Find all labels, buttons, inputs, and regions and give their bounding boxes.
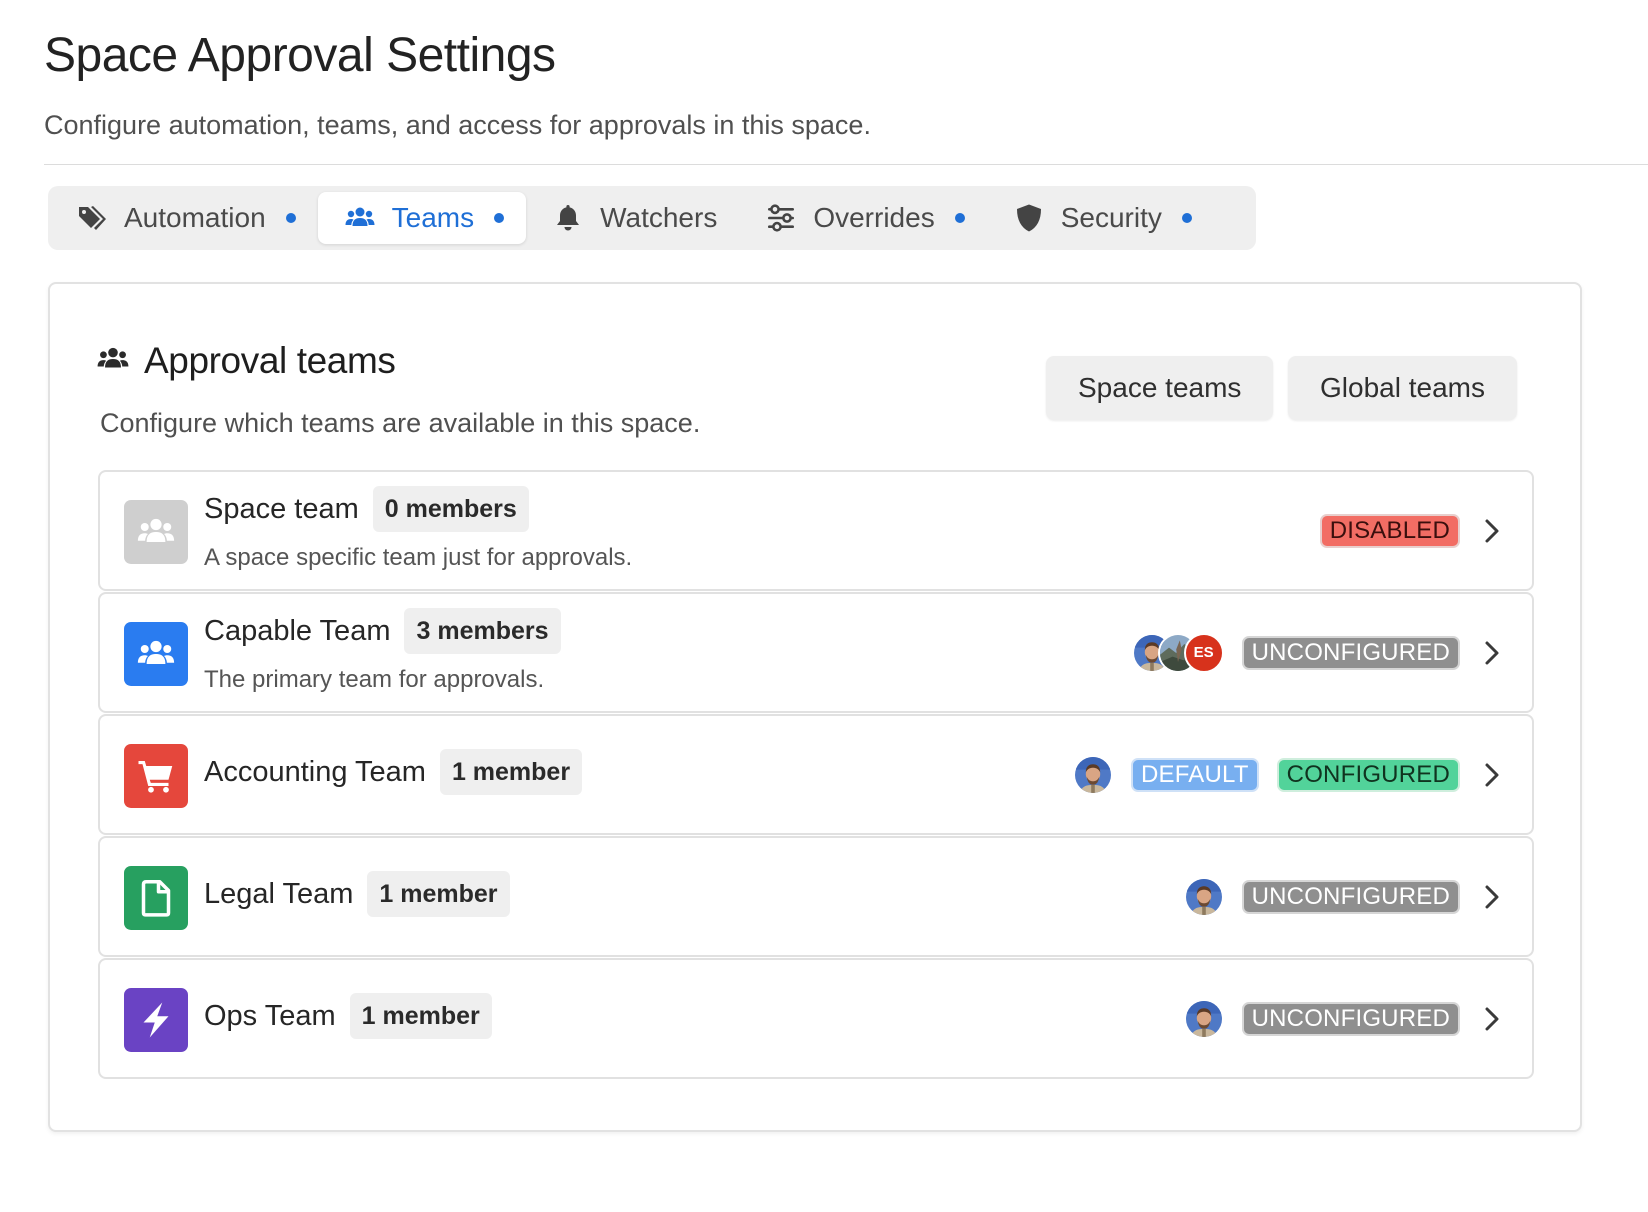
page-title: Space Approval Settings — [44, 29, 556, 82]
avatar — [1073, 754, 1113, 795]
team-row-status: UNCONFIGURED — [1183, 960, 1506, 1077]
status-dot — [954, 213, 965, 223]
team-name-line: Legal Team 1 member — [204, 871, 510, 917]
team-name-line: Capable Team 3 members — [204, 608, 561, 654]
team-description: The primary team for approvals. — [204, 666, 545, 693]
team-row-status: ES UNCONFIGURED — [1131, 594, 1506, 711]
tag-icon — [76, 202, 124, 234]
page-subtitle: Configure automation, teams, and access … — [44, 110, 871, 140]
member-avatars: ES — [1131, 632, 1224, 673]
bell-icon — [552, 202, 600, 234]
tab-teams[interactable]: Teams — [317, 192, 527, 244]
team-name-line: Accounting Team 1 member — [204, 749, 583, 795]
tab-overrides[interactable]: Overrides — [739, 192, 986, 244]
tab-label: Overrides — [813, 202, 935, 233]
tab-label: Security — [1060, 202, 1162, 233]
status-badge: UNCONFIGURED — [1241, 1001, 1460, 1036]
member-count-badge: 1 member — [439, 749, 583, 795]
chevron-right-icon[interactable] — [1478, 1005, 1506, 1033]
global-teams-button[interactable]: Global teams — [1288, 356, 1517, 420]
tab-automation[interactable]: Automation — [54, 192, 318, 244]
header-divider — [44, 164, 1648, 165]
panel-title: Approval teams — [144, 340, 396, 381]
status-badge: DISABLED — [1319, 513, 1460, 548]
users-icon — [344, 202, 392, 234]
status-badge: UNCONFIGURED — [1241, 635, 1460, 670]
avatar — [1183, 998, 1224, 1039]
team-row-status: UNCONFIGURED — [1183, 838, 1506, 955]
status-badge: DEFAULT — [1131, 757, 1259, 792]
team-users-icon — [124, 500, 188, 564]
team-name: Space team — [204, 492, 359, 525]
team-row-status: DISABLED — [1302, 472, 1506, 589]
team-name: Accounting Team — [204, 755, 426, 788]
status-dot — [285, 213, 296, 223]
member-avatars — [1073, 754, 1113, 795]
approval-teams-panel: Approval teams Configure which teams are… — [48, 282, 1582, 1132]
team-row[interactable]: Space team 0 members A space specific team… — [98, 470, 1534, 591]
sliders-icon — [765, 202, 813, 234]
member-avatars — [1183, 876, 1224, 917]
status-dot — [1181, 213, 1192, 223]
team-row[interactable]: Accounting Team 1 member DEFAULT CONFIGURED — [98, 714, 1534, 835]
chevron-right-icon[interactable] — [1478, 761, 1506, 789]
status-dot — [494, 213, 505, 223]
team-list: Space team 0 members A space specific team… — [98, 470, 1534, 1080]
team-description: A space specific team just for approvals… — [204, 544, 633, 571]
avatar-initials: ES — [1183, 632, 1224, 673]
chevron-right-icon[interactable] — [1478, 517, 1506, 545]
team-name-line: Space team 0 members — [204, 486, 529, 532]
chevron-right-icon[interactable] — [1478, 883, 1506, 911]
team-row[interactable]: Legal Team 1 member UNCONFIGURED — [98, 836, 1534, 957]
member-count-badge: 3 members — [404, 608, 561, 654]
tab-label: Watchers — [600, 202, 718, 233]
member-count-badge: 1 member — [349, 993, 492, 1039]
member-count-badge: 1 member — [367, 871, 510, 917]
tab-security[interactable]: Security — [987, 192, 1214, 244]
team-users-icon — [124, 622, 188, 686]
shield-icon — [1013, 202, 1061, 234]
member-avatars — [1183, 998, 1224, 1039]
team-file-icon — [124, 866, 188, 930]
panel-description: Configure which teams are available in t… — [100, 408, 701, 438]
member-count-badge: 0 members — [372, 486, 529, 532]
status-badge: UNCONFIGURED — [1241, 879, 1460, 914]
settings-tabbar: Automation Teams Watchers Overrides Security — [48, 186, 1256, 250]
team-cart-icon — [124, 744, 188, 808]
team-bolt-icon — [124, 988, 188, 1052]
team-name-line: Ops Team 1 member — [204, 993, 492, 1039]
chevron-right-icon[interactable] — [1478, 639, 1506, 667]
team-name: Capable Team — [204, 614, 391, 647]
team-name: Legal Team — [204, 877, 354, 910]
team-row[interactable]: Capable Team 3 members The primary team fo… — [98, 592, 1534, 713]
tab-label: Teams — [391, 202, 475, 233]
team-row[interactable]: Ops Team 1 member UNCONFIGURED — [98, 958, 1534, 1079]
team-name: Ops Team — [204, 999, 336, 1032]
status-badge: CONFIGURED — [1276, 757, 1460, 792]
space-teams-button[interactable]: Space teams — [1046, 356, 1274, 420]
avatar — [1183, 876, 1224, 917]
users-icon — [96, 342, 144, 381]
panel-heading: Approval teams — [96, 340, 396, 382]
tab-label: Automation — [124, 202, 266, 233]
tab-watchers[interactable]: Watchers — [526, 192, 739, 244]
team-row-status: DEFAULT CONFIGURED — [1073, 716, 1506, 833]
